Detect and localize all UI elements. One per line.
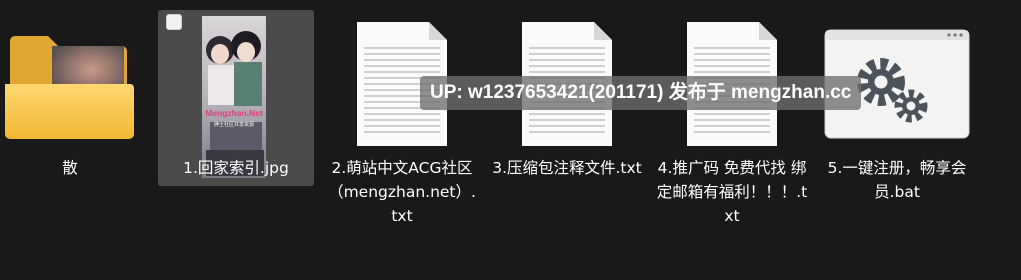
file-explorer-view: 散 Mengzhan.Net 绅士社区共享资源 1.回家索引.jpg 2.萌站中… [0, 0, 1021, 280]
folder-icon [0, 10, 148, 150]
file-name: 4.推广码 免费代找 绑定邮箱有福利！！！.txt [656, 159, 808, 225]
file-name: 3.压缩包注释文件.txt [492, 159, 642, 177]
file-item-folder[interactable]: 散 [0, 10, 148, 260]
file-item-text[interactable]: 4.推广码 免费代找 绑定邮箱有福利！！！.txt [654, 10, 810, 260]
file-name: 5.一键注册，畅享会员.bat [827, 159, 967, 201]
file-item-text[interactable]: 2.萌站中文ACG社区（mengzhan.net）.txt [324, 10, 480, 260]
file-name: 1.回家索引.jpg [183, 159, 289, 177]
file-item-batch[interactable]: 5.一键注册，畅享会员.bat [819, 10, 975, 260]
file-item-image[interactable]: Mengzhan.Net 绅士社区共享资源 1.回家索引.jpg [158, 10, 314, 186]
image-thumbnail: Mengzhan.Net 绅士社区共享资源 [158, 10, 314, 178]
cover-subtext: 绅士社区共享资源 [214, 121, 254, 128]
watermark-overlay: UP: w1237653421(201171) 发布于 mengzhan.cc [420, 76, 862, 110]
file-name: 散 [62, 159, 78, 177]
file-name: 2.萌站中文ACG社区（mengzhan.net）.txt [328, 159, 476, 225]
gear-icon [894, 89, 928, 123]
cover-brand-text: Mengzhan.Net [205, 108, 263, 118]
file-item-text[interactable]: 3.压缩包注释文件.txt [489, 10, 645, 260]
